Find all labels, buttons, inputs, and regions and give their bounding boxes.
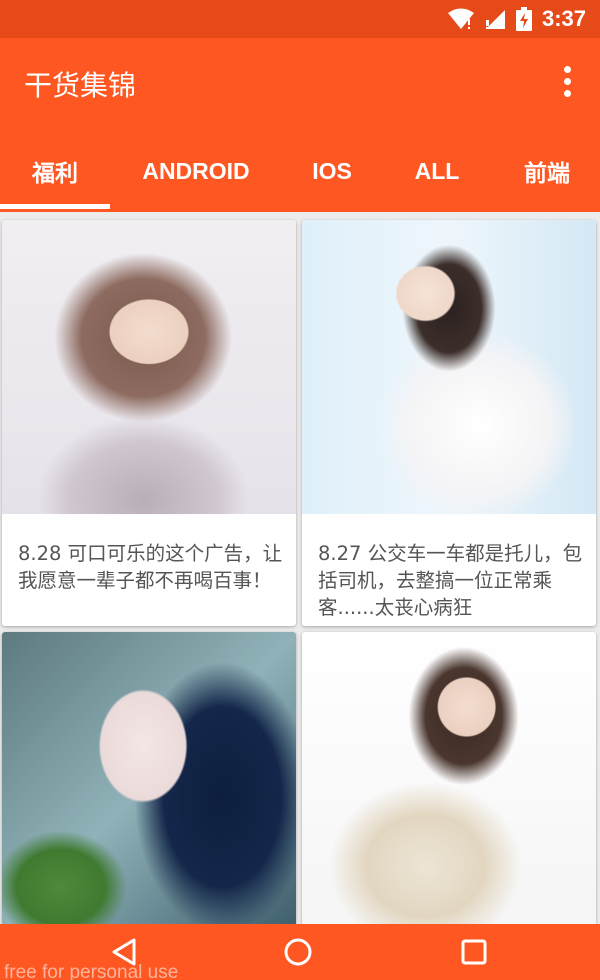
photo-grid[interactable]: 8.28 可口可乐的这个广告，让我愿意一辈子都不再喝百事！ 8.27 公交车一车… — [0, 212, 600, 924]
recents-square-icon[interactable] — [454, 932, 494, 972]
card-photo — [302, 220, 596, 514]
more-vert-icon[interactable] — [558, 66, 576, 100]
home-circle-icon[interactable] — [278, 932, 318, 972]
status-icons: 3:37 — [447, 6, 586, 32]
card-caption: 8.27 公交车一车都是托儿，包括司机，去整搞一位正常乘客......太丧心病狂 — [318, 542, 583, 619]
card[interactable]: 8.27 公交车一车都是托儿，包括司机，去整搞一位正常乘客......太丧心病狂 — [302, 220, 596, 626]
card[interactable] — [302, 632, 596, 924]
tab-fuli[interactable]: 福利 — [0, 130, 110, 212]
tab-indicator — [0, 204, 110, 209]
battery-charging-icon — [515, 7, 532, 31]
tab-all[interactable]: ALL — [394, 130, 480, 212]
tab-frontend[interactable]: 前端 — [500, 130, 594, 212]
app-bar: 干货集锦 — [0, 38, 600, 130]
card-photo — [302, 632, 596, 924]
card-caption: 8.28 可口可乐的这个广告，让我愿意一辈子都不再喝百事！ — [18, 542, 283, 592]
app-title: 干货集锦 — [24, 69, 137, 102]
wifi-icon — [447, 8, 474, 30]
clock: 3:37 — [541, 6, 586, 31]
tab-bar: 福利 ANDROID IOS ALL 前端 — [0, 130, 600, 212]
watermark: free for personal use — [4, 962, 179, 980]
card[interactable]: 8.28 可口可乐的这个广告，让我愿意一辈子都不再喝百事！ — [2, 220, 296, 626]
tab-ios[interactable]: IOS — [292, 130, 372, 212]
cellular-signal-icon — [484, 8, 506, 30]
tab-android[interactable]: ANDROID — [122, 130, 270, 212]
card[interactable] — [2, 632, 296, 924]
card-photo — [2, 220, 296, 514]
card-photo — [2, 632, 296, 924]
status-bar: 3:37 — [0, 0, 600, 38]
